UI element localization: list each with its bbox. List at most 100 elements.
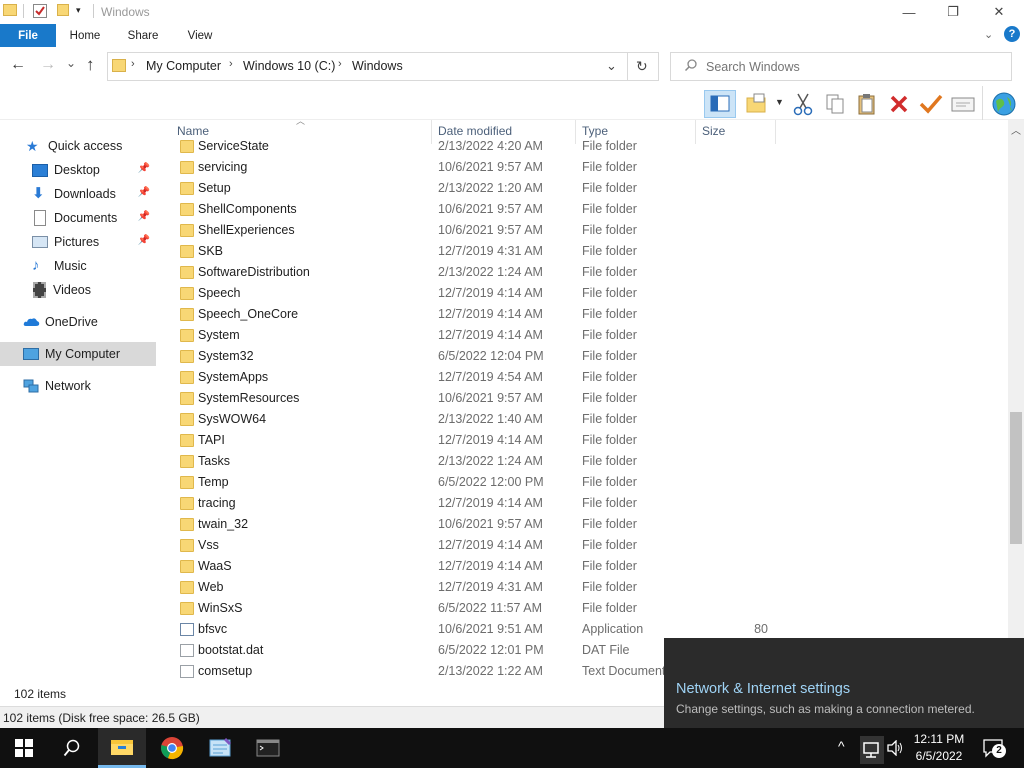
folder-icon: [180, 308, 194, 321]
taskbar-clock[interactable]: 12:11 PM 6/5/2022: [904, 731, 974, 765]
file-row[interactable]: WaaS 12/7/2019 4:14 AM File folder: [170, 556, 1010, 577]
pin-icon[interactable]: 📌: [138, 187, 150, 198]
copy-icon[interactable]: [824, 92, 846, 119]
breadcrumb-separator[interactable]: ›: [229, 58, 233, 70]
address-dropdown-icon[interactable]: ⌄: [606, 58, 617, 74]
file-row[interactable]: SKB 12/7/2019 4:31 AM File folder: [170, 241, 1010, 262]
back-button[interactable]: ←: [10, 56, 26, 74]
new-folder-quick-icon[interactable]: [57, 4, 69, 16]
file-row[interactable]: ShellExperiences 10/6/2021 9:57 AM File fo…: [170, 220, 1010, 241]
items-count: 102 items: [14, 687, 67, 701]
paste-icon[interactable]: [856, 92, 878, 119]
forward-button[interactable]: →: [40, 56, 56, 74]
rename-icon[interactable]: [918, 92, 944, 119]
file-row[interactable]: WinSxS 6/5/2022 11:57 AM File folder: [170, 598, 1010, 619]
sidebar-item-network[interactable]: Network: [0, 374, 156, 398]
sidebar-item-pictures[interactable]: Pictures 📌: [0, 230, 156, 254]
file-row[interactable]: ShellComponents 10/6/2021 9:57 AM File fol…: [170, 199, 1010, 220]
breadcrumb-separator[interactable]: ›: [131, 58, 135, 70]
properties-icon[interactable]: [950, 92, 976, 119]
file-explorer-taskbar-button[interactable]: [98, 728, 146, 768]
file-name: Vss: [198, 538, 219, 552]
notepad-taskbar-button[interactable]: [196, 728, 244, 768]
file-row[interactable]: Temp 6/5/2022 12:00 PM File folder: [170, 472, 1010, 493]
refresh-icon[interactable]: ↻: [636, 58, 648, 75]
scrollbar-thumb[interactable]: [1010, 412, 1022, 544]
up-button[interactable]: ↑: [86, 55, 95, 75]
new-folder-dropdown-icon[interactable]: ▼: [775, 97, 784, 107]
breadcrumb-windows[interactable]: Windows: [352, 59, 403, 73]
start-button[interactable]: [0, 728, 48, 768]
file-name: Speech_OneCore: [198, 307, 299, 321]
expand-ribbon-icon[interactable]: ⌄: [984, 28, 993, 41]
sidebar-item-desktop[interactable]: Desktop 📌: [0, 158, 156, 182]
sidebar-item-label: OneDrive: [45, 315, 98, 329]
file-row[interactable]: tracing 12/7/2019 4:14 AM File folder: [170, 493, 1010, 514]
recent-locations-button[interactable]: ⌄: [66, 56, 76, 70]
customize-quick-access-icon[interactable]: ▾: [76, 5, 81, 16]
chrome-taskbar-button[interactable]: [148, 728, 196, 768]
sidebar-item-onedrive[interactable]: OneDrive: [0, 310, 156, 334]
file-row[interactable]: Tasks 2/13/2022 1:24 AM File folder: [170, 451, 1010, 472]
tab-home[interactable]: Home: [62, 24, 108, 47]
file-row[interactable]: Web 12/7/2019 4:31 AM File folder: [170, 577, 1010, 598]
sidebar-item-quick-access[interactable]: ★ Quick access: [0, 134, 156, 158]
pin-icon[interactable]: 📌: [138, 235, 150, 246]
file-row[interactable]: SoftwareDistribution 2/13/2022 1:24 AM Fil…: [170, 262, 1010, 283]
sidebar-item-downloads[interactable]: ⬇ Downloads 📌: [0, 182, 156, 206]
tab-view[interactable]: View: [178, 24, 222, 47]
folder-icon: [180, 329, 194, 342]
tab-file[interactable]: File: [0, 24, 56, 47]
minimize-button[interactable]: —: [886, 0, 932, 24]
pin-icon[interactable]: 📌: [138, 211, 150, 222]
breadcrumb-drive[interactable]: Windows 10 (C:): [243, 59, 335, 73]
file-type: DAT File: [582, 643, 630, 657]
file-row[interactable]: twain_32 10/6/2021 9:57 AM File folder: [170, 514, 1010, 535]
sidebar-item-videos[interactable]: Videos: [0, 278, 156, 302]
tab-share[interactable]: Share: [120, 24, 166, 47]
clock-time: 12:11 PM: [913, 732, 965, 746]
properties-quick-icon[interactable]: [33, 4, 47, 18]
file-row[interactable]: Setup 2/13/2022 1:20 AM File folder: [170, 178, 1010, 199]
breadcrumb-my-computer[interactable]: My Computer: [146, 59, 221, 73]
sidebar-item-music[interactable]: ♪ Music: [0, 254, 156, 278]
sidebar-item-documents[interactable]: Documents 📌: [0, 206, 156, 230]
pin-icon[interactable]: 📌: [138, 163, 150, 174]
network-tray-button[interactable]: [860, 736, 884, 764]
delete-icon[interactable]: [888, 92, 910, 119]
tray-chevron-icon[interactable]: ^: [838, 738, 845, 754]
toast-title[interactable]: Network & Internet settings: [676, 681, 850, 697]
cut-icon[interactable]: [792, 92, 814, 119]
volume-icon[interactable]: [886, 739, 904, 759]
file-row[interactable]: TAPI 12/7/2019 4:14 AM File folder: [170, 430, 1010, 451]
help-icon[interactable]: ?: [1004, 26, 1020, 42]
file-row[interactable]: SystemResources 10/6/2021 9:57 AM File fol…: [170, 388, 1010, 409]
file-row[interactable]: System32 6/5/2022 12:04 PM File folder: [170, 346, 1010, 367]
file-row[interactable]: bfsvc10/6/2021 9:51 AMApplication80 KB: [170, 619, 1010, 650]
folder-icon: [180, 224, 194, 237]
file-row[interactable]: ServiceState 2/13/2022 4:20 AM File folder: [170, 140, 1010, 157]
maximize-button[interactable]: ❐: [930, 0, 976, 24]
preview-pane-icon[interactable]: [704, 90, 736, 118]
close-button[interactable]: ✕: [976, 0, 1022, 24]
file-row[interactable]: Vss 12/7/2019 4:14 AM File folder: [170, 535, 1010, 556]
new-folder-icon[interactable]: [744, 92, 770, 119]
sidebar-item-my-computer[interactable]: My Computer: [0, 342, 156, 366]
file-row[interactable]: SystemApps 12/7/2019 4:54 AM File folder: [170, 367, 1010, 388]
file-name: SysWOW64: [198, 412, 267, 426]
file-row[interactable]: servicing 10/6/2021 9:57 AM File folder: [170, 157, 1010, 178]
search-taskbar-button[interactable]: [48, 728, 96, 768]
file-name: System32: [198, 349, 254, 363]
search-input[interactable]: [704, 56, 1004, 78]
network-notification-toast[interactable]: Network & Internet settings Change setti…: [664, 638, 1024, 728]
file-row[interactable]: Speech_OneCore 12/7/2019 4:14 AM File fold…: [170, 304, 1010, 325]
file-row[interactable]: Speech 12/7/2019 4:14 AM File folder: [170, 283, 1010, 304]
scroll-up-arrow-icon[interactable]: ︿: [1011, 122, 1021, 137]
globe-icon[interactable]: [990, 91, 1018, 120]
file-name: servicing: [198, 160, 248, 174]
breadcrumb-separator[interactable]: ›: [338, 58, 342, 70]
file-row[interactable]: SysWOW64 2/13/2022 1:40 AM File folder: [170, 409, 1010, 430]
file-row[interactable]: System 12/7/2019 4:14 AM File folder: [170, 325, 1010, 346]
terminal-taskbar-button[interactable]: [244, 728, 292, 768]
action-center-button[interactable]: 2: [982, 738, 1006, 761]
